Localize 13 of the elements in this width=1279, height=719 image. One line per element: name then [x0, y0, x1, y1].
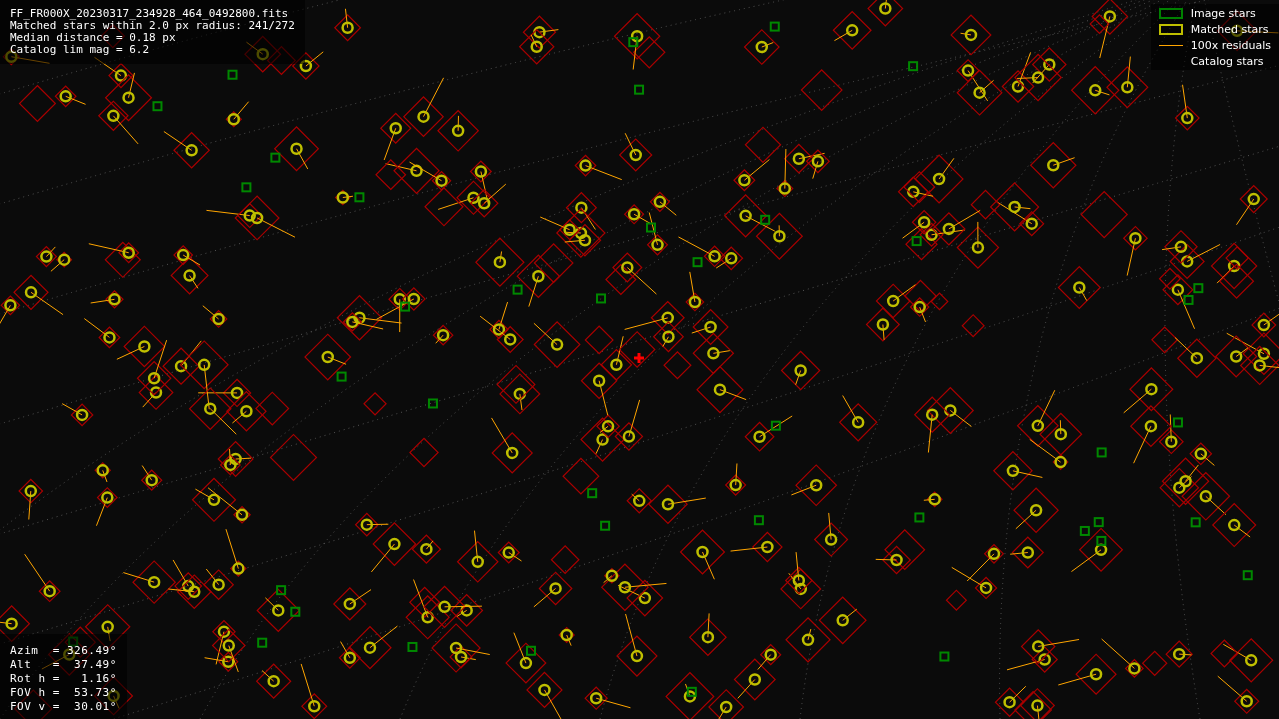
pointing-text: Alt = 37.49° — [10, 658, 117, 671]
info-text: Catalog lim mag = 6.2 — [10, 44, 151, 56]
pointing-text: FOV h = 53.73° — [10, 686, 117, 699]
info-text: Median distance = 0.18 px — [10, 32, 177, 44]
pointing-text: Rot h = 1.16° — [10, 672, 117, 685]
info-text: Matched stars within 2.0 px radius: 241/272 — [10, 20, 295, 32]
legend-label: 100x residuals — [1190, 38, 1271, 52]
legend-label: Image stars — [1190, 6, 1256, 20]
pointing-text: Azim = 326.49° — [10, 644, 117, 657]
legend-label: Catalog stars — [1190, 54, 1264, 68]
pointing-text: FOV v = 30.01° — [10, 700, 117, 713]
legend-label: Matched stars — [1190, 22, 1269, 36]
info-text: FF_FR000X_20230317_234928_464_0492800.fits — [10, 8, 290, 20]
